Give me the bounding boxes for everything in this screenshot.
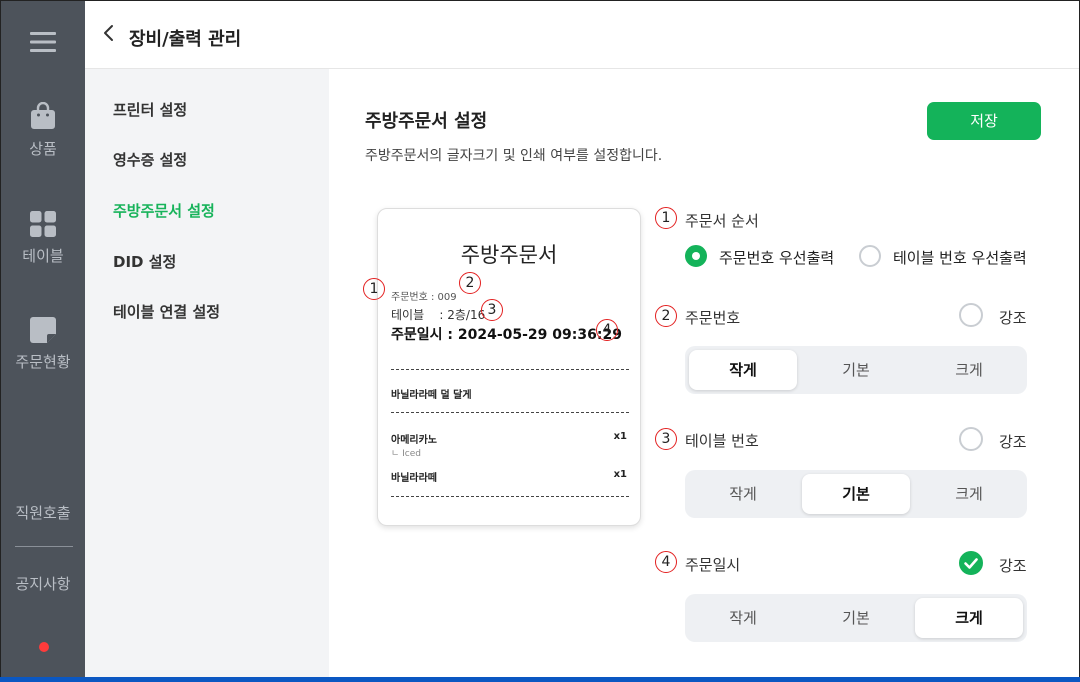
emphasis-label: 강조 [999, 557, 1027, 575]
subnav-item-kitchen-order[interactable]: 주방주문서 설정 [113, 200, 215, 221]
radio-label[interactable]: 테이블 번호 우선출력 [893, 247, 1027, 268]
callout-marker: 4 [596, 319, 618, 341]
table-no-setting-label: 테이블 번호 [685, 432, 759, 450]
grid-icon [30, 211, 56, 237]
bottom-accent-bar [0, 677, 1080, 682]
receipt-divider [391, 412, 629, 413]
order-time-setting-label: 주문일시 [685, 556, 741, 574]
rail-menu-button[interactable] [1, 31, 85, 61]
callout-marker: 4 [655, 551, 677, 573]
receipt-note-item: 바닐라라떼 덜 달게 [391, 390, 472, 401]
chevron-left-icon[interactable] [99, 23, 119, 43]
rail-item-products[interactable]: 상품 [1, 102, 85, 159]
rail-label: 직원호출 [15, 504, 71, 522]
radio-table-first[interactable] [859, 245, 881, 267]
callout-marker: 2 [459, 272, 481, 294]
size-default-button[interactable]: 기본 [802, 474, 910, 514]
order-no-setting-label: 주문번호 [685, 309, 741, 327]
subnav-item-did[interactable]: DID 설정 [113, 251, 176, 272]
receipt-item-qty: x1 [613, 469, 627, 480]
receipt-item-name: 바닐라라떼 [391, 473, 437, 484]
header: 장비/출력 관리 [85, 1, 1079, 69]
size-small-button[interactable]: 작게 [689, 350, 797, 390]
receipt-title: 주방주문서 [460, 243, 558, 267]
receipt-item-qty: x1 [613, 431, 627, 442]
radio-label[interactable]: 주문번호 우선출력 [719, 247, 834, 268]
app-window: 상품 테이블 주문현황 직원호출 공지사항 장비/출력 관리 프린터 설정 영수… [0, 0, 1080, 682]
receipt-order-no: 주문번호 : 009 [391, 292, 457, 303]
size-default-button[interactable]: 기본 [802, 598, 910, 638]
size-small-button[interactable]: 작게 [689, 474, 797, 514]
receipt-item-option: ㄴ Iced [391, 449, 421, 459]
main-content: 주방주문서 설정 주방주문서의 글자크기 및 인쇄 여부를 설정합니다. 저장 … [329, 69, 1079, 681]
subnav-item-table-link[interactable]: 테이블 연결 설정 [113, 301, 220, 322]
rail-item-staff-call[interactable]: 직원호출 [1, 502, 85, 523]
callout-marker: 2 [655, 305, 677, 327]
rail-item-orders[interactable]: 주문현황 [1, 317, 85, 372]
emphasis-label: 강조 [999, 433, 1027, 451]
receipt-divider [391, 369, 629, 370]
rail-item-tables[interactable]: 테이블 [1, 211, 85, 266]
emphasis-checkbox-order-time[interactable] [959, 551, 983, 575]
size-large-button[interactable]: 크게 [915, 350, 1023, 390]
rail-label: 주문현황 [15, 353, 71, 371]
subnav-item-receipt[interactable]: 영수증 설정 [113, 149, 187, 170]
note-icon [30, 317, 56, 343]
rail-label: 테이블 [22, 247, 64, 265]
receipt-preview: 주방주문서 주문번호 : 009 테이블 : 2층/16 주문일시 : 2024… [377, 208, 641, 526]
size-default-button[interactable]: 기본 [802, 350, 910, 390]
emphasis-checkbox-order-no[interactable] [959, 303, 983, 327]
size-small-button[interactable]: 작게 [689, 598, 797, 638]
section-title: 주방주문서 설정 [365, 111, 488, 132]
rail-item-notice[interactable]: 공지사항 [1, 573, 85, 594]
size-selector-table-no: 작게 기본 크게 [685, 470, 1027, 518]
receipt-divider [391, 496, 629, 497]
callout-marker: 1 [655, 207, 677, 229]
section-description: 주방주문서의 글자크기 및 인쇄 여부를 설정합니다. [365, 148, 663, 164]
size-large-button[interactable]: 크게 [915, 474, 1023, 514]
callout-marker: 3 [655, 428, 677, 450]
receipt-item-name: 아메리카노 [391, 435, 437, 446]
size-large-button[interactable]: 크게 [915, 598, 1023, 638]
rail-label: 상품 [29, 140, 57, 158]
callout-marker: 1 [363, 278, 385, 300]
main-rail: 상품 테이블 주문현황 직원호출 공지사항 [1, 1, 85, 681]
settings-subnav: 프린터 설정 영수증 설정 주방주문서 설정 DID 설정 테이블 연결 설정 [85, 69, 329, 681]
rail-divider [15, 546, 73, 547]
page-title: 장비/출력 관리 [129, 29, 242, 50]
size-selector-order-no: 작게 기본 크게 [685, 346, 1027, 394]
subnav-item-printer[interactable]: 프린터 설정 [113, 99, 187, 120]
size-selector-order-time: 작게 기본 크게 [685, 594, 1027, 642]
receipt-order-time: 주문일시 : 2024-05-29 09:36:29 [391, 327, 622, 343]
emphasis-checkbox-table-no[interactable] [959, 427, 983, 451]
callout-marker: 3 [481, 299, 503, 321]
receipt-table: 테이블 : 2층/16 [391, 308, 486, 322]
hamburger-icon [30, 32, 56, 52]
rail-label: 공지사항 [15, 575, 71, 593]
radio-order-no-first[interactable] [685, 245, 707, 267]
shopping-bag-icon [31, 102, 55, 129]
save-button[interactable]: 저장 [927, 102, 1041, 140]
status-dot [39, 642, 49, 652]
check-icon [964, 558, 978, 569]
order-setting-label: 주문서 순서 [685, 212, 759, 230]
emphasis-label: 강조 [999, 309, 1027, 327]
